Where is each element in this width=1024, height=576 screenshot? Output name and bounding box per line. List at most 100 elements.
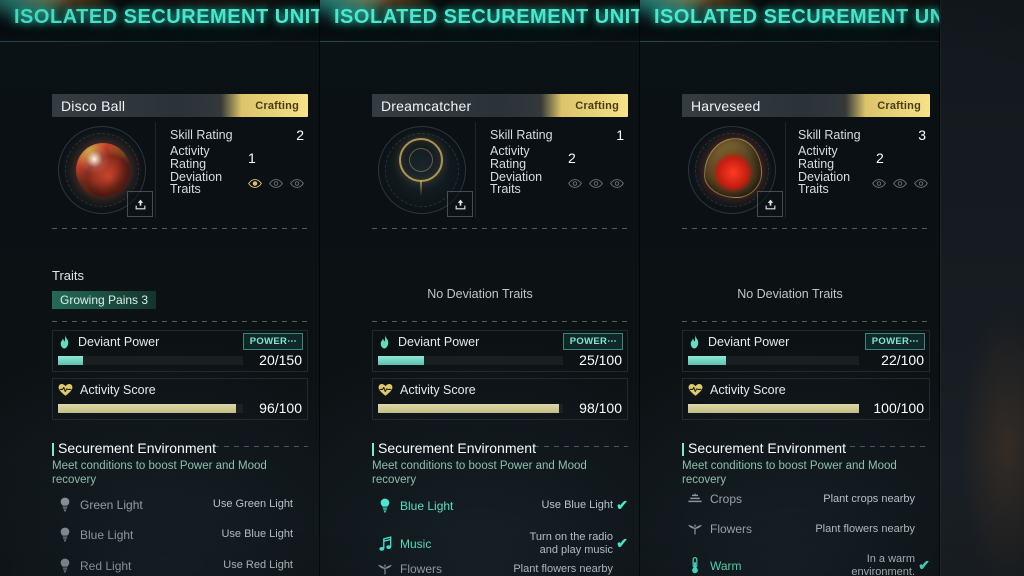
condition-check-icon: ✔ <box>918 557 930 573</box>
power-fill <box>688 355 726 365</box>
stat-label: Skill Rating <box>170 127 233 142</box>
condition-row[interactable]: Music Turn on the radio and play music ✔ <box>372 531 628 556</box>
power-meter-label: Deviant Power <box>708 334 790 349</box>
activity-fill <box>378 403 560 413</box>
stat-label: Activity Rating <box>490 144 530 171</box>
flower-icon <box>377 563 393 574</box>
securement-panel-2: ISOLATED SECUREMENT UNIT Dreamcatcher Cr… <box>320 0 640 576</box>
activity-meter-label: Activity Score <box>710 382 786 397</box>
export-button[interactable] <box>757 191 783 217</box>
deviation-trait-slots[interactable] <box>872 178 930 188</box>
activity-track <box>58 403 243 413</box>
stat-row: Deviation Traits <box>170 169 308 197</box>
condition-name: Green Light <box>80 497 143 512</box>
eye-icon <box>248 178 262 188</box>
stats-divider <box>682 228 930 229</box>
item-name-bar[interactable]: Harveseed Crafting <box>682 94 930 117</box>
condition-row[interactable]: Red Light Use Red Light <box>52 558 308 573</box>
power-meter-header: Deviant Power POWER⋯ <box>53 331 307 352</box>
eye-icon <box>568 178 582 188</box>
bulb-icon-wrap <box>52 527 78 542</box>
environment-divider <box>214 446 308 447</box>
item-name-bar[interactable]: Dreamcatcher Crafting <box>372 94 628 117</box>
flame-icon <box>690 334 699 349</box>
flower-icon-wrap <box>372 563 398 575</box>
crops-icon <box>688 493 702 503</box>
condition-row[interactable]: Crops Plant crops nearby <box>682 492 930 506</box>
securement-panel-3: ISOLATED SECUREMENT UNIT Harveseed Craft… <box>640 0 940 576</box>
item-name: Dreamcatcher <box>381 97 472 114</box>
stat-value: 3 <box>918 127 926 143</box>
heart-pulse-icon <box>58 383 73 396</box>
export-button[interactable] <box>447 191 473 217</box>
activity-value: 100/100 <box>873 400 924 416</box>
bulb-icon <box>60 497 70 512</box>
header-title: ISOLATED SECUREMENT UNIT <box>334 6 640 28</box>
environment-title: Securement Environment <box>682 440 846 456</box>
item-thumbnail[interactable] <box>682 122 786 218</box>
condition-row[interactable]: Green Light Use Green Light <box>52 497 308 512</box>
trait-chip[interactable]: Growing Pains 3 <box>52 291 157 309</box>
condition-row[interactable]: Blue Light Use Blue Light <box>52 527 308 542</box>
bulb-icon <box>60 558 70 573</box>
no-deviation-traits-text: No Deviation Traits <box>737 287 843 301</box>
condition-description: Plant crops nearby <box>823 492 915 505</box>
environment-title: Securement Environment <box>52 440 216 456</box>
panel-header: ISOLATED SECUREMENT UNIT <box>0 0 320 42</box>
condition-row[interactable]: Flowers Plant flowers nearby <box>682 522 930 536</box>
activity-meter-label: Activity Score <box>400 382 476 397</box>
deviant-power-meter: Deviant Power POWER⋯ 22/100 <box>682 330 930 372</box>
music-note-icon-wrap <box>372 536 398 551</box>
condition-row[interactable]: Blue Light Use Blue Light ✔ <box>372 497 628 514</box>
power-detail-button[interactable]: POWER⋯ <box>242 333 303 350</box>
export-button[interactable] <box>127 191 153 217</box>
item-thumbnail[interactable] <box>372 122 476 218</box>
condition-description: Turn on the radio and play music <box>529 531 613 556</box>
eye-icon <box>610 178 624 188</box>
heart-pulse-icon <box>378 383 393 396</box>
power-detail-button[interactable]: POWER⋯ <box>562 333 623 350</box>
panel-header: ISOLATED SECUREMENT UNIT <box>320 0 640 42</box>
power-value: 25/100 <box>579 352 622 368</box>
power-value: 20/150 <box>259 352 302 368</box>
environment-description: Meet conditions to boost Power and Mood … <box>682 460 897 486</box>
stats-column: Skill Rating 3 Activity Rating 2 Deviation T… <box>786 122 930 222</box>
bulb-icon-wrap <box>52 497 78 512</box>
stat-label: Deviation Traits <box>170 169 223 197</box>
item-name-bar[interactable]: Disco Ball Crafting <box>52 94 308 117</box>
power-detail-button[interactable]: POWER⋯ <box>864 333 925 350</box>
item-stats-row: Skill Rating 2 Activity Rating 1 Deviation T… <box>52 122 308 222</box>
stat-label: Skill Rating <box>798 127 861 142</box>
deviation-trait-slots[interactable] <box>568 178 626 188</box>
power-meter-row: 22/100 <box>683 352 929 371</box>
condition-description: Use Green Light <box>212 498 293 511</box>
eye-icon <box>290 178 304 188</box>
upload-icon <box>455 199 465 209</box>
flame-icon <box>60 334 69 349</box>
item-name: Harveseed <box>691 97 761 114</box>
deviation-trait-slots[interactable] <box>248 178 306 188</box>
deviant-power-meter: Deviant Power POWER⋯ 25/100 <box>372 330 628 372</box>
stats-column: Skill Rating 1 Activity Rating 2 Deviation T… <box>476 122 628 222</box>
stat-value: 2 <box>568 149 576 166</box>
power-track <box>58 355 243 365</box>
activity-meter-header: Activity Score <box>373 379 627 400</box>
item-thumbnail[interactable] <box>52 122 156 218</box>
condition-name: Flowers <box>710 522 753 536</box>
bulb-icon-wrap <box>372 498 398 513</box>
stat-row: Activity Rating 2 <box>490 145 628 171</box>
condition-description: Plant flowers nearby <box>815 522 915 535</box>
condition-row[interactable]: Flowers Plant flowers nearby <box>372 562 628 576</box>
power-meter-label: Deviant Power <box>398 334 480 349</box>
environment-description: Meet conditions to boost Power and Mood … <box>52 460 267 486</box>
header-title: ISOLATED SECUREMENT UNIT <box>14 6 320 28</box>
condition-row[interactable]: Warm In a warm environment. ✔ <box>682 553 930 576</box>
flame-icon <box>380 334 389 349</box>
stat-label: Skill Rating <box>490 127 553 142</box>
activity-value: 96/100 <box>259 400 302 416</box>
upload-icon <box>765 199 775 209</box>
activity-fill <box>688 403 859 413</box>
stat-label: Activity Rating <box>798 144 838 171</box>
eye-icon <box>893 178 907 188</box>
status-badge: Crafting <box>255 99 299 112</box>
